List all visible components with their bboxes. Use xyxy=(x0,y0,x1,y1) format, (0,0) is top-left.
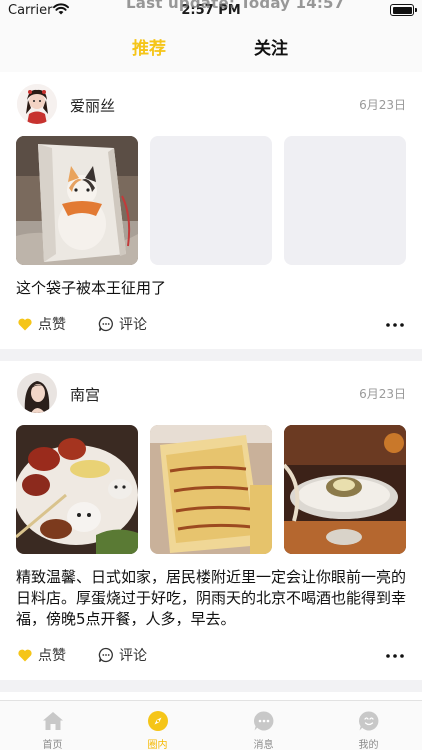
tab-messages-label: 消息 xyxy=(253,740,274,750)
more-options-icon[interactable] xyxy=(386,323,404,327)
comment-button[interactable]: 评论 xyxy=(98,645,147,665)
last-update-overlay: Last update: Today 14:57 xyxy=(126,0,345,12)
like-label: 点赞 xyxy=(38,317,66,333)
tab-recommend[interactable]: 推荐 xyxy=(132,34,166,59)
profile-icon xyxy=(358,711,379,731)
compass-icon xyxy=(148,711,168,731)
comment-label: 评论 xyxy=(119,648,147,664)
post-caption: 精致温馨、日式如家，居民楼附近里一定会让你眼前一亮的日料店。厚蛋烧过于好吃，阴雨… xyxy=(16,568,407,628)
battery-icon xyxy=(390,4,417,16)
photo-placeholder[interactable] xyxy=(284,136,406,265)
comment-icon xyxy=(98,316,113,332)
post-card[interactable]: 爱丽丝 6月23日 这个袋子被本王征用了 点赞 评论 xyxy=(0,72,422,349)
photo-grid xyxy=(16,425,406,554)
cat-in-bag-photo xyxy=(16,136,138,265)
heart-icon xyxy=(18,649,32,662)
like-button[interactable]: 点赞 xyxy=(17,645,66,665)
skewers-photo xyxy=(16,425,138,554)
post-photo[interactable] xyxy=(150,425,272,554)
tab-home-label: 首页 xyxy=(42,740,63,750)
tab-messages[interactable]: 消息 xyxy=(211,701,316,750)
bottom-tab-bar: 首页 圈内 消息 我的 xyxy=(0,700,422,750)
more-options-icon[interactable] xyxy=(386,654,404,658)
comment-label: 评论 xyxy=(119,317,147,333)
avatar-illustration xyxy=(17,84,57,124)
post-caption: 这个袋子被本王征用了 xyxy=(16,279,167,297)
comment-button[interactable]: 评论 xyxy=(98,314,147,334)
comment-icon xyxy=(98,647,113,663)
post-header: 南宫 6月23日 xyxy=(16,361,406,425)
post-photo[interactable] xyxy=(16,136,138,265)
like-label: 点赞 xyxy=(38,648,66,664)
tamagoyaki-photo xyxy=(150,425,272,554)
post-header: 爱丽丝 6月23日 xyxy=(16,72,406,136)
dish-photo xyxy=(284,425,406,554)
message-icon xyxy=(253,711,274,731)
tab-circle-label: 圈内 xyxy=(147,740,168,750)
post-actions: 点赞 评论 xyxy=(16,299,406,349)
feed: 爱丽丝 6月23日 这个袋子被本王征用了 点赞 评论 南宫 6月23日 精致温馨… xyxy=(0,72,422,712)
tab-profile[interactable]: 我的 xyxy=(316,701,421,750)
tab-following[interactable]: 关注 xyxy=(254,34,288,59)
tab-profile-label: 我的 xyxy=(358,740,379,750)
like-button[interactable]: 点赞 xyxy=(17,314,66,334)
post-date: 6月23日 xyxy=(359,98,406,112)
tab-circle[interactable]: 圈内 xyxy=(105,701,210,750)
home-icon xyxy=(43,712,63,730)
avatar[interactable] xyxy=(17,84,57,124)
avatar-photo xyxy=(17,373,57,413)
post-card[interactable]: 南宫 6月23日 精致温馨、日式如家，居民楼附近里一定会让你眼前一亮的日料店。厚… xyxy=(0,361,422,680)
photo-placeholder[interactable] xyxy=(150,136,272,265)
avatar[interactable] xyxy=(17,373,57,413)
username[interactable]: 南宫 xyxy=(70,384,100,405)
post-photo[interactable] xyxy=(284,425,406,554)
top-tab-bar: 推荐 关注 xyxy=(0,22,422,72)
username[interactable]: 爱丽丝 xyxy=(70,95,115,116)
post-photo[interactable] xyxy=(16,425,138,554)
heart-icon xyxy=(18,318,32,331)
post-actions: 点赞 评论 xyxy=(16,630,406,680)
tab-home[interactable]: 首页 xyxy=(0,701,105,750)
post-date: 6月23日 xyxy=(359,387,406,401)
photo-grid xyxy=(16,136,406,265)
status-bar: Carrier 2:57 PM Last update: Today 14:57 xyxy=(0,0,422,22)
